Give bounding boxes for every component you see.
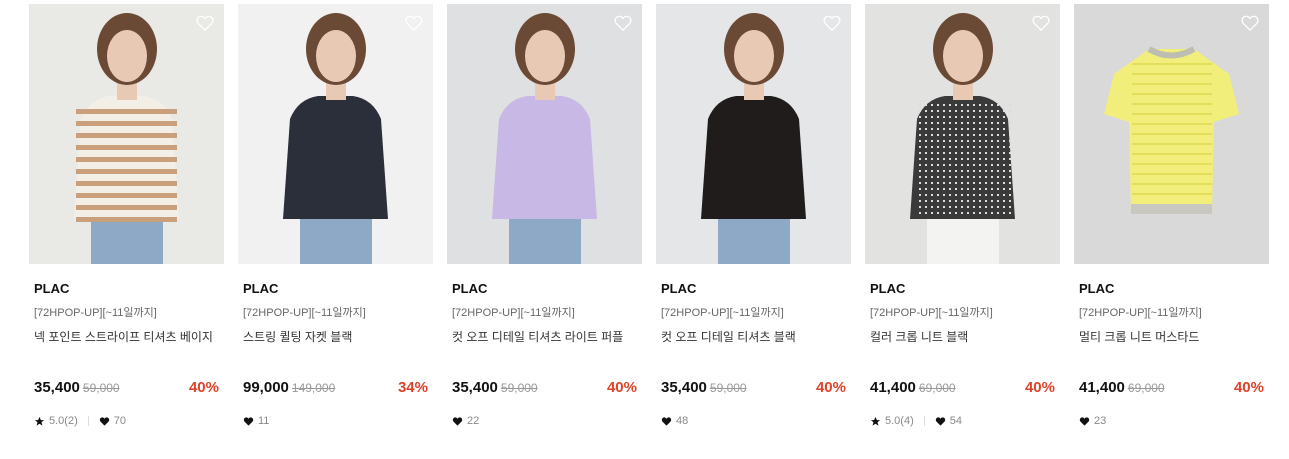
product-image[interactable] <box>656 4 851 264</box>
original-price: 69,000 <box>1127 381 1165 395</box>
heart-icon <box>661 416 672 426</box>
product-meta: 11 <box>243 414 428 428</box>
likes-count: 23 <box>1094 415 1107 427</box>
product-meta: 23 <box>1079 414 1264 428</box>
rating-value: 5.0(2) <box>49 415 78 427</box>
promo-tag: [72HPOP-UP][~11일까지] <box>1079 307 1202 319</box>
original-price: 69,000 <box>918 381 956 395</box>
product-image[interactable] <box>238 4 433 264</box>
likes: 54 <box>935 415 962 427</box>
brand-name[interactable]: PLAC <box>34 281 219 297</box>
rating-value: 5.0(4) <box>885 415 914 427</box>
product-meta: 48 <box>661 414 846 428</box>
brand-name[interactable]: PLAC <box>1079 281 1264 297</box>
product-card-6[interactable]: PLAC [72HPOP-UP][~11일까지] 멀티 크롭 니트 머스타드 4… <box>1074 4 1269 428</box>
product-card-2[interactable]: PLAC [72HPOP-UP][~11일까지] 스트링 퀼팅 자켓 블랙 99… <box>238 4 433 428</box>
heart-icon <box>99 416 109 426</box>
likes-count: 22 <box>467 415 480 427</box>
promo-tag: [72HPOP-UP][~11일까지] <box>661 307 784 319</box>
product-name[interactable]: 컷 오프 디테일 티셔츠 라이트 퍼플 <box>452 329 637 345</box>
product-image[interactable] <box>29 4 224 264</box>
likes: 70 <box>99 415 126 427</box>
original-price: 149,000 <box>291 381 336 395</box>
product-meta: 5.0(4) 54 <box>870 414 1055 428</box>
brand-name[interactable]: PLAC <box>870 281 1055 297</box>
discount-rate: 40% <box>815 379 846 396</box>
brand-name[interactable]: PLAC <box>243 281 428 297</box>
product-name[interactable]: 컬러 크롭 니트 블랙 <box>870 329 1055 345</box>
likes: 48 <box>661 415 688 427</box>
promo-tag: [72HPOP-UP][~11일까지] <box>243 307 366 319</box>
discount-rate: 40% <box>1233 379 1264 396</box>
divider <box>87 416 89 426</box>
product-meta: 5.0(2) 70 <box>34 414 219 428</box>
product-photo <box>1104 46 1239 214</box>
promo-tag: [72HPOP-UP][~11일까지] <box>34 307 157 319</box>
heart-icon <box>1079 416 1090 426</box>
likes-count: 11 <box>258 415 270 427</box>
wishlist-heart-icon[interactable] <box>822 13 842 33</box>
heart-icon <box>243 416 254 426</box>
product-card-3[interactable]: PLAC [72HPOP-UP][~11일까지] 컷 오프 디테일 티셔츠 라이… <box>447 4 642 428</box>
brand-name[interactable]: PLAC <box>661 281 846 297</box>
sale-price: 41,400 <box>870 379 916 396</box>
likes-count: 48 <box>676 415 689 427</box>
rating: 5.0(2) <box>34 415 78 427</box>
product-name[interactable]: 멀티 크롭 니트 머스타드 <box>1079 329 1264 345</box>
likes-count: 54 <box>949 415 962 427</box>
sale-price: 35,400 <box>452 379 498 396</box>
likes: 11 <box>243 415 269 427</box>
product-meta: 22 <box>452 414 637 428</box>
wishlist-heart-icon[interactable] <box>613 13 633 33</box>
star-icon <box>870 416 881 426</box>
product-image[interactable] <box>1074 4 1269 264</box>
promo-tag: [72HPOP-UP][~11일까지] <box>452 307 575 319</box>
brand-name[interactable]: PLAC <box>452 281 637 297</box>
product-name[interactable]: 넥 포인트 스트라이프 티셔츠 베이지 <box>34 329 219 345</box>
wishlist-heart-icon[interactable] <box>1031 13 1051 33</box>
original-price: 59,000 <box>500 381 538 395</box>
likes: 23 <box>1079 415 1106 427</box>
wishlist-heart-icon[interactable] <box>195 13 215 33</box>
likes-count: 70 <box>113 415 126 427</box>
rating: 5.0(4) <box>870 415 914 427</box>
product-name[interactable]: 스트링 퀼팅 자켓 블랙 <box>243 329 428 345</box>
discount-rate: 34% <box>397 379 428 396</box>
divider <box>923 416 925 426</box>
product-photo <box>910 13 1015 264</box>
likes: 22 <box>452 415 479 427</box>
original-price: 59,000 <box>82 381 120 395</box>
product-card-4[interactable]: PLAC [72HPOP-UP][~11일까지] 컷 오프 디테일 티셔츠 블랙… <box>656 4 851 428</box>
product-image[interactable] <box>865 4 1060 264</box>
product-grid: PLAC [72HPOP-UP][~11일까지] 넥 포인트 스트라이프 티셔츠… <box>29 4 1269 428</box>
discount-rate: 40% <box>1024 379 1055 396</box>
product-image[interactable] <box>447 4 642 264</box>
heart-icon <box>452 416 463 426</box>
sale-price: 41,400 <box>1079 379 1125 396</box>
star-icon <box>34 416 45 426</box>
wishlist-heart-icon[interactable] <box>404 13 424 33</box>
wishlist-heart-icon[interactable] <box>1240 13 1260 33</box>
product-card-1[interactable]: PLAC [72HPOP-UP][~11일까지] 넥 포인트 스트라이프 티셔츠… <box>29 4 224 428</box>
product-photo <box>492 13 597 264</box>
sale-price: 99,000 <box>243 379 289 396</box>
original-price: 59,000 <box>709 381 747 395</box>
product-photo <box>74 13 179 264</box>
product-photo <box>283 13 388 264</box>
sale-price: 35,400 <box>34 379 80 396</box>
discount-rate: 40% <box>606 379 637 396</box>
product-name[interactable]: 컷 오프 디테일 티셔츠 블랙 <box>661 329 846 345</box>
product-photo <box>701 13 806 264</box>
discount-rate: 40% <box>188 379 219 396</box>
product-card-5[interactable]: PLAC [72HPOP-UP][~11일까지] 컬러 크롭 니트 블랙 41,… <box>865 4 1060 428</box>
sale-price: 35,400 <box>661 379 707 396</box>
heart-icon <box>935 416 945 426</box>
promo-tag: [72HPOP-UP][~11일까지] <box>870 307 993 319</box>
